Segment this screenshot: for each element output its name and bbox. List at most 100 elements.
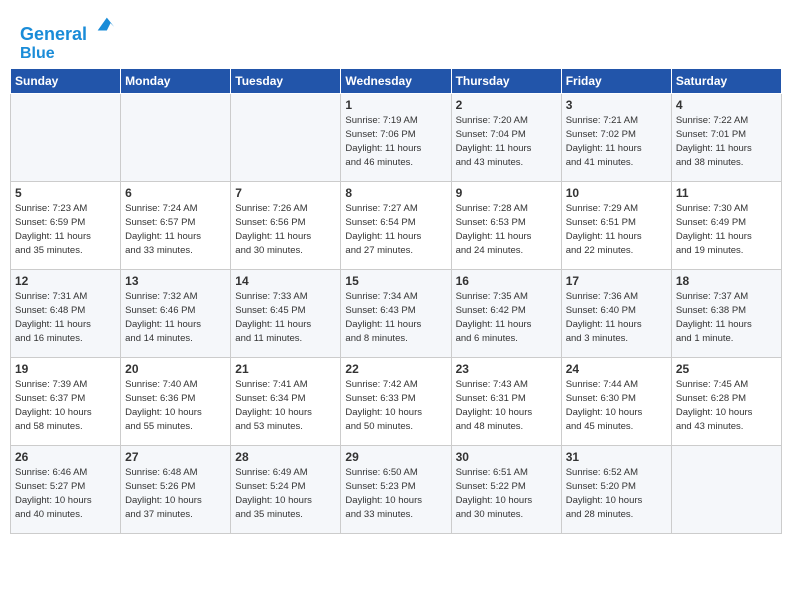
day-number: 31 <box>566 450 667 464</box>
day-info: Sunrise: 6:51 AM Sunset: 5:22 PM Dayligh… <box>456 466 557 521</box>
day-info: Sunrise: 7:33 AM Sunset: 6:45 PM Dayligh… <box>235 290 336 345</box>
day-number: 28 <box>235 450 336 464</box>
day-number: 27 <box>125 450 226 464</box>
weekday-header: Thursday <box>451 69 561 94</box>
calendar-cell: 2Sunrise: 7:20 AM Sunset: 7:04 PM Daylig… <box>451 94 561 182</box>
day-number: 7 <box>235 186 336 200</box>
calendar-row: 26 Sunrise: 6:46 AM Sunset: 5:27 PM Dayli… <box>11 446 782 534</box>
day-info: Sunrise: 6:48 AM Sunset: 5:26 PM Dayligh… <box>125 466 226 521</box>
calendar-cell: 30 Sunrise: 6:51 AM Sunset: 5:22 PM Dayli… <box>451 446 561 534</box>
calendar-cell: 13Sunrise: 7:32 AM Sunset: 6:46 PM Dayli… <box>121 270 231 358</box>
day-number: 11 <box>676 186 777 200</box>
day-number: 18 <box>676 274 777 288</box>
day-number: 16 <box>456 274 557 288</box>
day-number: 14 <box>235 274 336 288</box>
calendar-cell: 31 Sunrise: 6:52 AM Sunset: 5:20 PM Dayli… <box>561 446 671 534</box>
calendar-cell: 4Sunrise: 7:22 AM Sunset: 7:01 PM Daylig… <box>671 94 781 182</box>
calendar-cell: 16Sunrise: 7:35 AM Sunset: 6:42 PM Dayli… <box>451 270 561 358</box>
page-header: General Blue <box>10 10 782 68</box>
day-number: 25 <box>676 362 777 376</box>
calendar-cell: 29 Sunrise: 6:50 AM Sunset: 5:23 PM Dayli… <box>341 446 451 534</box>
calendar-cell <box>121 94 231 182</box>
day-info: Sunrise: 7:20 AM Sunset: 7:04 PM Dayligh… <box>456 114 557 169</box>
calendar-cell <box>671 446 781 534</box>
logo-blue: Blue <box>20 45 116 63</box>
calendar-cell: 7 Sunrise: 7:26 AM Sunset: 6:56 PM Daylig… <box>231 182 341 270</box>
day-number: 9 <box>456 186 557 200</box>
day-number: 6 <box>125 186 226 200</box>
day-number: 13 <box>125 274 226 288</box>
day-info: Sunrise: 7:42 AM Sunset: 6:33 PM Dayligh… <box>345 378 446 433</box>
calendar-cell: 8 Sunrise: 7:27 AM Sunset: 6:54 PM Daylig… <box>341 182 451 270</box>
weekday-header: Friday <box>561 69 671 94</box>
calendar-cell: 5Sunrise: 7:23 AM Sunset: 6:59 PM Daylig… <box>11 182 121 270</box>
calendar-cell: 15 Sunrise: 7:34 AM Sunset: 6:43 PM Dayli… <box>341 270 451 358</box>
day-info: Sunrise: 7:43 AM Sunset: 6:31 PM Dayligh… <box>456 378 557 433</box>
calendar-cell: 24 Sunrise: 7:44 AM Sunset: 6:30 PM Dayli… <box>561 358 671 446</box>
weekday-header: Sunday <box>11 69 121 94</box>
day-info: Sunrise: 7:29 AM Sunset: 6:51 PM Dayligh… <box>566 202 667 257</box>
day-number: 30 <box>456 450 557 464</box>
calendar-cell: 23 Sunrise: 7:43 AM Sunset: 6:31 PM Dayli… <box>451 358 561 446</box>
calendar-row: 12Sunrise: 7:31 AM Sunset: 6:48 PM Dayli… <box>11 270 782 358</box>
day-info: Sunrise: 7:31 AM Sunset: 6:48 PM Dayligh… <box>15 290 116 345</box>
day-info: Sunrise: 7:28 AM Sunset: 6:53 PM Dayligh… <box>456 202 557 257</box>
calendar-cell: 25 Sunrise: 7:45 AM Sunset: 6:28 PM Dayli… <box>671 358 781 446</box>
calendar-cell: 12Sunrise: 7:31 AM Sunset: 6:48 PM Dayli… <box>11 270 121 358</box>
weekday-header: Wednesday <box>341 69 451 94</box>
day-info: Sunrise: 7:22 AM Sunset: 7:01 PM Dayligh… <box>676 114 777 169</box>
logo-icon <box>94 14 116 36</box>
day-number: 23 <box>456 362 557 376</box>
day-number: 3 <box>566 98 667 112</box>
calendar-cell: 18Sunrise: 7:37 AM Sunset: 6:38 PM Dayli… <box>671 270 781 358</box>
day-info: Sunrise: 7:30 AM Sunset: 6:49 PM Dayligh… <box>676 202 777 257</box>
calendar-cell: 26 Sunrise: 6:46 AM Sunset: 5:27 PM Dayli… <box>11 446 121 534</box>
day-number: 10 <box>566 186 667 200</box>
calendar-table: SundayMondayTuesdayWednesdayThursdayFrid… <box>10 68 782 534</box>
calendar-cell: 1 Sunrise: 7:19 AM Sunset: 7:06 PM Daylig… <box>341 94 451 182</box>
logo: General Blue <box>20 18 116 62</box>
day-info: Sunrise: 7:23 AM Sunset: 6:59 PM Dayligh… <box>15 202 116 257</box>
day-info: Sunrise: 7:34 AM Sunset: 6:43 PM Dayligh… <box>345 290 446 345</box>
day-number: 24 <box>566 362 667 376</box>
day-number: 21 <box>235 362 336 376</box>
day-number: 29 <box>345 450 446 464</box>
day-info: Sunrise: 6:46 AM Sunset: 5:27 PM Dayligh… <box>15 466 116 521</box>
day-info: Sunrise: 7:19 AM Sunset: 7:06 PM Dayligh… <box>345 114 446 169</box>
day-info: Sunrise: 7:24 AM Sunset: 6:57 PM Dayligh… <box>125 202 226 257</box>
day-number: 22 <box>345 362 446 376</box>
calendar-cell <box>11 94 121 182</box>
day-info: Sunrise: 7:40 AM Sunset: 6:36 PM Dayligh… <box>125 378 226 433</box>
day-number: 8 <box>345 186 446 200</box>
calendar-cell: 17Sunrise: 7:36 AM Sunset: 6:40 PM Dayli… <box>561 270 671 358</box>
day-info: Sunrise: 7:39 AM Sunset: 6:37 PM Dayligh… <box>15 378 116 433</box>
day-info: Sunrise: 7:44 AM Sunset: 6:30 PM Dayligh… <box>566 378 667 433</box>
weekday-header: Saturday <box>671 69 781 94</box>
logo-general: General <box>20 24 87 44</box>
day-info: Sunrise: 6:49 AM Sunset: 5:24 PM Dayligh… <box>235 466 336 521</box>
weekday-header-row: SundayMondayTuesdayWednesdayThursdayFrid… <box>11 69 782 94</box>
calendar-cell: 9 Sunrise: 7:28 AM Sunset: 6:53 PM Daylig… <box>451 182 561 270</box>
day-number: 19 <box>15 362 116 376</box>
day-info: Sunrise: 7:36 AM Sunset: 6:40 PM Dayligh… <box>566 290 667 345</box>
weekday-header: Tuesday <box>231 69 341 94</box>
weekday-header: Monday <box>121 69 231 94</box>
logo-text: General <box>20 18 116 45</box>
calendar-cell: 3Sunrise: 7:21 AM Sunset: 7:02 PM Daylig… <box>561 94 671 182</box>
day-info: Sunrise: 7:27 AM Sunset: 6:54 PM Dayligh… <box>345 202 446 257</box>
day-info: Sunrise: 6:52 AM Sunset: 5:20 PM Dayligh… <box>566 466 667 521</box>
day-info: Sunrise: 7:45 AM Sunset: 6:28 PM Dayligh… <box>676 378 777 433</box>
day-info: Sunrise: 6:50 AM Sunset: 5:23 PM Dayligh… <box>345 466 446 521</box>
calendar-cell: 10 Sunrise: 7:29 AM Sunset: 6:51 PM Dayli… <box>561 182 671 270</box>
calendar-cell: 28 Sunrise: 6:49 AM Sunset: 5:24 PM Dayli… <box>231 446 341 534</box>
day-info: Sunrise: 7:26 AM Sunset: 6:56 PM Dayligh… <box>235 202 336 257</box>
calendar-cell: 21Sunrise: 7:41 AM Sunset: 6:34 PM Dayli… <box>231 358 341 446</box>
calendar-cell: 14 Sunrise: 7:33 AM Sunset: 6:45 PM Dayli… <box>231 270 341 358</box>
calendar-cell: 20 Sunrise: 7:40 AM Sunset: 6:36 PM Dayli… <box>121 358 231 446</box>
calendar-cell: 27 Sunrise: 6:48 AM Sunset: 5:26 PM Dayli… <box>121 446 231 534</box>
day-number: 15 <box>345 274 446 288</box>
calendar-row: 5Sunrise: 7:23 AM Sunset: 6:59 PM Daylig… <box>11 182 782 270</box>
day-number: 20 <box>125 362 226 376</box>
day-number: 26 <box>15 450 116 464</box>
day-number: 1 <box>345 98 446 112</box>
